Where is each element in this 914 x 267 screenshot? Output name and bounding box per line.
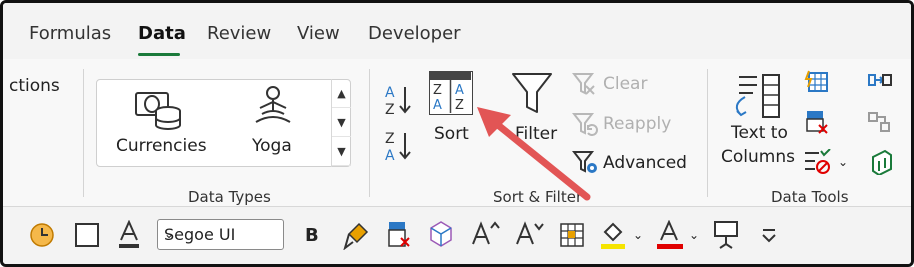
ribbon-tabs: Formulas Data Review View Developer — [3, 3, 911, 59]
text-to-columns-icon[interactable] — [727, 73, 785, 123]
format-painter-icon[interactable] — [343, 222, 369, 254]
reapply-button[interactable]: Reapply — [603, 114, 671, 134]
yoga-icon[interactable] — [250, 84, 296, 134]
group-divider — [707, 69, 708, 197]
fill-color-icon[interactable] — [599, 220, 627, 254]
consolidate-icon[interactable] — [867, 71, 893, 97]
sort-za-letter-a: A — [385, 148, 395, 163]
font-name-select[interactable]: Segoe UI ⌄ — [157, 219, 284, 250]
sort-za-letter-z: Z — [385, 131, 395, 147]
excel-window: Formulas Data Review View Developer ctio… — [0, 0, 914, 267]
svg-text:A: A — [455, 83, 464, 98]
tab-formulas[interactable]: Formulas — [29, 23, 111, 44]
font-color-dropdown-icon[interactable]: ⌄ — [689, 228, 699, 242]
partial-group-label: ctions — [9, 76, 60, 96]
currencies-button[interactable]: Currencies — [116, 136, 207, 156]
table-grid-icon[interactable] — [559, 222, 585, 252]
remove-duplicates-icon[interactable] — [805, 109, 831, 139]
tab-data[interactable]: Data — [138, 23, 186, 44]
svg-text:Z: Z — [433, 83, 442, 98]
text-to-columns-line2[interactable]: Columns — [721, 147, 795, 167]
svg-text:A: A — [433, 98, 442, 113]
data-tools-group-label: Data Tools — [771, 188, 849, 206]
active-tab-indicator — [138, 53, 180, 56]
svg-text:Z: Z — [455, 98, 464, 113]
customize-toolbar-icon[interactable] — [759, 226, 779, 248]
tab-developer[interactable]: Developer — [368, 23, 461, 44]
currencies-icon[interactable] — [134, 87, 184, 135]
data-types-group-label: Data Types — [188, 188, 271, 206]
sort-az-letter-a: A — [385, 85, 395, 101]
relationships-icon[interactable] — [867, 111, 893, 137]
shape-3d-icon[interactable] — [427, 220, 453, 252]
sort-a-to-z-icon[interactable]: A Z — [383, 83, 415, 121]
data-validation-dropdown-icon[interactable]: ⌄ — [838, 155, 848, 169]
fill-color-dropdown-icon[interactable]: ⌄ — [633, 228, 643, 242]
gallery-expand-icon[interactable]: ▼ — [332, 137, 351, 166]
manage-data-model-icon[interactable] — [869, 149, 893, 179]
clear-button[interactable]: Clear — [603, 74, 647, 94]
chevron-down-icon: ⌄ — [164, 227, 175, 241]
sort-dialog-icon[interactable]: Z A A Z — [429, 71, 473, 115]
tab-view[interactable]: View — [297, 23, 340, 44]
flash-fill-icon[interactable] — [803, 69, 829, 99]
decrease-font-size-icon[interactable] — [515, 220, 545, 252]
red-arrow-annotation — [471, 103, 595, 207]
ribbon-panel: ctions Currencies Yoga ▲ ▼ ▼ Data Types … — [3, 59, 911, 207]
bold-button[interactable]: B — [305, 225, 319, 246]
gallery-scroll: ▲ ▼ ▼ — [331, 79, 351, 167]
clear-filter-icon[interactable] — [571, 72, 598, 100]
advanced-button[interactable]: Advanced — [603, 153, 687, 173]
increase-font-size-icon[interactable] — [471, 220, 501, 252]
font-color-icon[interactable] — [117, 219, 141, 254]
sort-z-to-a-icon[interactable]: Z A — [383, 129, 415, 167]
border-icon[interactable] — [75, 223, 99, 251]
gallery-scroll-down-icon[interactable]: ▼ — [332, 108, 351, 137]
font-color-red-icon[interactable] — [655, 219, 685, 254]
data-validation-icon[interactable] — [803, 148, 831, 179]
sort-az-letter-z: Z — [385, 102, 395, 117]
group-divider — [83, 69, 84, 197]
text-to-columns-line1[interactable]: Text to — [731, 123, 788, 143]
tab-review[interactable]: Review — [207, 23, 271, 44]
quick-access-toolbar: Segoe UI ⌄ B ⌄ ⌄ — [3, 208, 911, 264]
yoga-button[interactable]: Yoga — [252, 136, 292, 156]
gallery-scroll-up-icon[interactable]: ▲ — [332, 79, 351, 108]
group-divider — [369, 69, 370, 197]
delete-cells-icon[interactable] — [387, 220, 413, 254]
clock-icon[interactable] — [29, 222, 55, 252]
sort-button[interactable]: Sort — [434, 124, 469, 144]
presentation-icon[interactable] — [713, 220, 739, 254]
